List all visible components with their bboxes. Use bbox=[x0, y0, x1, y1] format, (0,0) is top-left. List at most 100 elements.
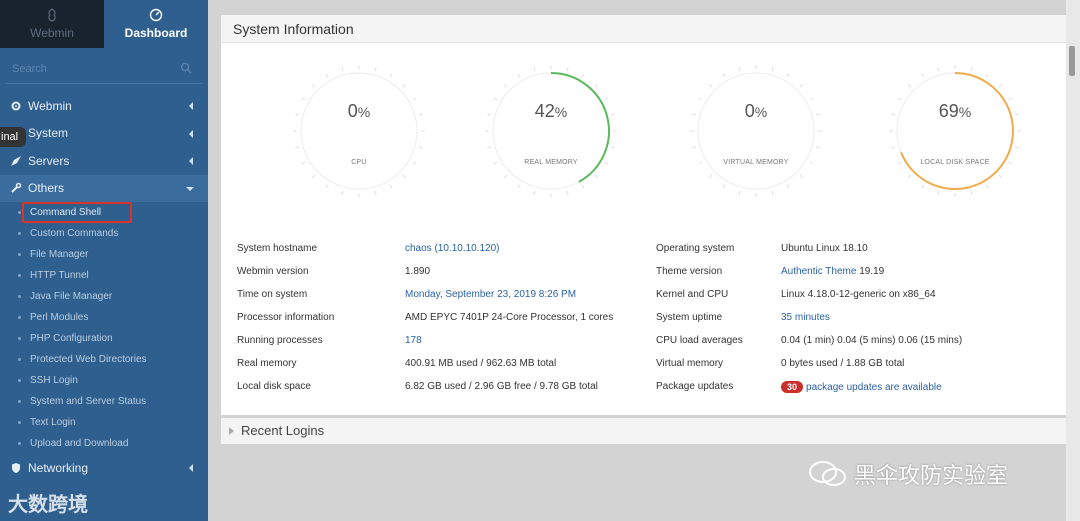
gauge-tick bbox=[708, 174, 713, 179]
submenu-label: System and Server Status bbox=[30, 396, 147, 407]
theme-version-number: 19.19 bbox=[856, 266, 885, 277]
package-updates-value: 30 package updates are available bbox=[781, 381, 942, 393]
scrollbar[interactable] bbox=[1066, 0, 1080, 521]
sidebar-top-tabs: Webmin Dashboard bbox=[0, 0, 208, 48]
gauge-tick bbox=[985, 73, 989, 78]
caret-left-icon bbox=[189, 102, 193, 110]
gauge-tick bbox=[921, 73, 925, 78]
gauge-tick bbox=[1008, 97, 1013, 101]
gauge-tick bbox=[594, 174, 599, 179]
gauge-tick bbox=[402, 83, 407, 88]
submenu-ssh-login[interactable]: SSH Login bbox=[0, 370, 208, 391]
gauge-number: 0 bbox=[744, 101, 755, 121]
info-row: System uptime 35 minutes bbox=[656, 312, 1056, 330]
gauge-fill-arc bbox=[900, 72, 1014, 190]
wrench-icon bbox=[10, 182, 22, 194]
gauge-tick bbox=[921, 184, 925, 189]
main-area: System Information 0% CPU 42% REAL MEMOR… bbox=[208, 0, 1080, 521]
submenu-custom-commands[interactable]: Custom Commands bbox=[0, 223, 208, 244]
gauge-tick bbox=[389, 184, 393, 189]
theme-link[interactable]: Authentic Theme bbox=[781, 266, 856, 277]
gauge-tick bbox=[738, 190, 741, 195]
gauge-value: 42% bbox=[476, 101, 626, 122]
info-value: AMD EPYC 7401P 24-Core Processor, 1 core… bbox=[405, 312, 614, 323]
gauge-value: 69% bbox=[880, 101, 1030, 122]
updates-count-badge[interactable]: 30 bbox=[781, 381, 804, 393]
gauge-tick bbox=[970, 190, 973, 195]
submenu-label: SSH Login bbox=[30, 375, 78, 386]
search-input[interactable] bbox=[6, 56, 202, 82]
gauge-label: CPU bbox=[351, 159, 367, 166]
submenu-perl-modules[interactable]: Perl Modules bbox=[0, 307, 208, 328]
sidebar-item-others[interactable]: Others bbox=[0, 174, 208, 202]
tab-dashboard[interactable]: Dashboard bbox=[104, 0, 208, 48]
time-link[interactable]: Monday, September 23, 2019 8:26 PM bbox=[405, 289, 576, 300]
theme-version-value: Authentic Theme 19.19 bbox=[781, 266, 884, 277]
webmin-logo-icon bbox=[48, 8, 56, 22]
info-label: Processor information bbox=[237, 312, 335, 323]
submenu-upload-download[interactable]: Upload and Download bbox=[0, 433, 208, 454]
submenu-php-configuration[interactable]: PHP Configuration bbox=[0, 328, 208, 349]
info-label: Running processes bbox=[237, 335, 323, 346]
gauge-tick bbox=[604, 97, 609, 101]
info-label: Operating system bbox=[656, 243, 735, 254]
info-label: System uptime bbox=[656, 312, 723, 323]
sidebar-item-webmin[interactable]: Webmin bbox=[0, 92, 208, 120]
gauge-local-disk: 69% LOCAL DISK SPACE bbox=[880, 65, 1030, 215]
search-icon[interactable] bbox=[180, 62, 192, 74]
submenu-label: Java File Manager bbox=[30, 291, 113, 302]
info-label: Virtual memory bbox=[656, 358, 724, 369]
gauge-tick bbox=[341, 190, 344, 195]
submenu-java-file-manager[interactable]: Java File Manager bbox=[0, 286, 208, 307]
gauge-track bbox=[300, 72, 418, 190]
submenu-system-server-status[interactable]: System and Server Status bbox=[0, 391, 208, 412]
info-value: 0 bytes used / 1.88 GB total bbox=[781, 358, 905, 369]
gauge-tick bbox=[503, 83, 508, 88]
gauge-number: 0 bbox=[347, 101, 358, 121]
info-row: Operating system Ubuntu Linux 18.10 bbox=[656, 243, 1056, 261]
info-label: Kernel and CPU bbox=[656, 289, 729, 300]
gauge-value: 0% bbox=[681, 101, 831, 122]
uptime-link[interactable]: 35 minutes bbox=[781, 312, 830, 323]
sidebar-item-servers[interactable]: Servers bbox=[0, 147, 208, 175]
package-updates-link[interactable]: package updates are available bbox=[806, 382, 942, 393]
wechat-logo-icon bbox=[809, 461, 846, 486]
info-value: 1.890 bbox=[405, 266, 431, 277]
submenu-command-shell[interactable]: Command Shell bbox=[0, 202, 208, 223]
gauge-tick bbox=[517, 184, 521, 189]
processes-link[interactable]: 178 bbox=[405, 335, 422, 346]
info-row: Package updates 30 package updates are ava… bbox=[656, 381, 1056, 399]
sidebar-item-system[interactable]: System bbox=[0, 120, 208, 148]
sidebar-search bbox=[6, 56, 202, 84]
info-label: Theme version bbox=[656, 266, 723, 277]
gauge-tick bbox=[692, 146, 697, 149]
gauge-tick bbox=[594, 83, 599, 88]
gauge-tick bbox=[815, 146, 820, 149]
submenu-file-manager[interactable]: File Manager bbox=[0, 244, 208, 265]
gauge-label: LOCAL DISK SPACE bbox=[920, 159, 990, 166]
submenu-protected-web-directories[interactable]: Protected Web Directories bbox=[0, 349, 208, 370]
gauge-tick bbox=[503, 174, 508, 179]
submenu-text-login[interactable]: Text Login bbox=[0, 412, 208, 433]
watermark-text: 黑伞攻防实验室 bbox=[854, 463, 1009, 488]
info-label: Real memory bbox=[237, 358, 297, 369]
info-row: CPU load averages 0.04 (1 min) 0.04 (5 mi… bbox=[656, 335, 1056, 353]
gauge-number: 42 bbox=[534, 101, 555, 121]
gauge-unit: % bbox=[554, 104, 568, 120]
recent-logins-panel[interactable]: Recent Logins bbox=[221, 418, 1069, 444]
hostname-link[interactable]: chaos (10.10.10.120) bbox=[405, 243, 500, 254]
gauge-value: 0% bbox=[284, 101, 434, 122]
gauges-row: 0% CPU 42% REAL MEMORY 0% VIRTUAL MEMORY… bbox=[221, 65, 1069, 215]
recent-logins-header[interactable]: Recent Logins bbox=[221, 418, 1069, 444]
submenu-http-tunnel[interactable]: HTTP Tunnel bbox=[0, 265, 208, 286]
sidebar-item-label: Servers bbox=[28, 153, 70, 168]
gauge-tick bbox=[341, 67, 344, 72]
info-row: Virtual memory 0 bytes used / 1.88 GB tot… bbox=[656, 358, 1056, 376]
submenu-label: Upload and Download bbox=[30, 438, 129, 449]
info-row: System hostname chaos (10.10.10.120) bbox=[237, 243, 637, 261]
sidebar-item-networking[interactable]: Networking bbox=[0, 454, 208, 482]
tab-webmin[interactable]: Webmin bbox=[0, 0, 104, 48]
scrollbar-thumb[interactable] bbox=[1069, 46, 1075, 76]
info-label: Webmin version bbox=[237, 266, 309, 277]
caret-down-icon bbox=[186, 186, 194, 191]
